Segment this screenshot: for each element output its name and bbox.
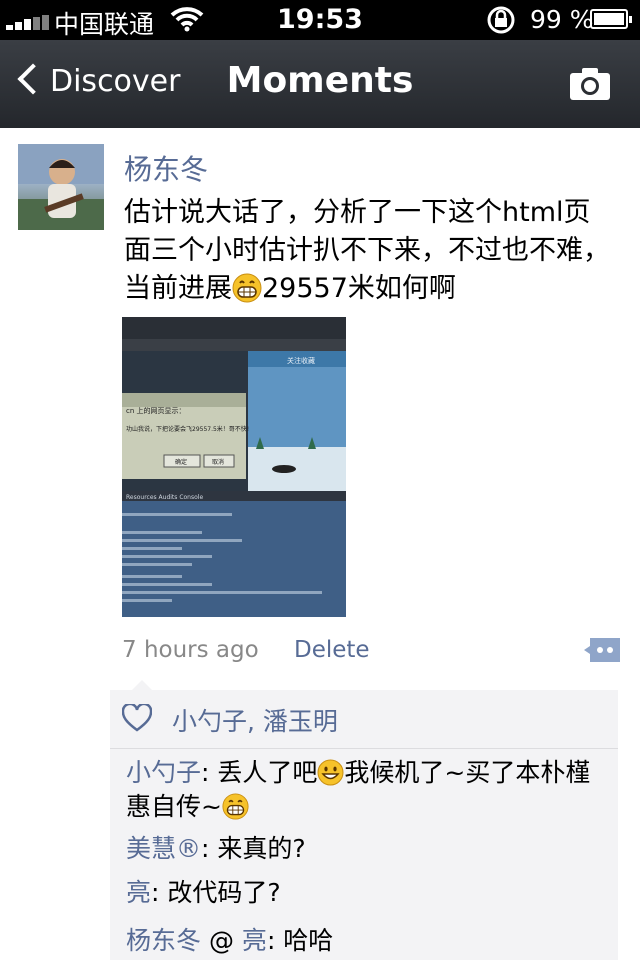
avatar[interactable]: [18, 144, 104, 230]
battery-percent: 99 %: [530, 5, 594, 34]
comment-text: : 来真的?: [201, 834, 306, 863]
camera-icon[interactable]: [568, 66, 612, 102]
photo-dialog-message: 功山我说，下把论要会飞29557.5米！哥不快!: [126, 425, 249, 433]
comment-author[interactable]: 亮: [126, 878, 151, 907]
battery-icon: [590, 9, 632, 29]
post-text: 估计说大话了，分析了一下这个html页面三个小时估计扒不下来，不过也不难，当前进…: [124, 197, 610, 304]
comment-author[interactable]: 杨东冬: [126, 926, 201, 955]
grin-emoji-icon: [222, 793, 249, 820]
heart-icon: [122, 704, 152, 732]
page-title: Moments: [226, 60, 414, 101]
smile-emoji-icon: [317, 759, 344, 786]
comment-text: : 改代码了?: [151, 878, 281, 907]
comments-panel: 小勺子, 潘玉明 小勺子: 丢人了吧 我候机了~买了本朴槿惠自传~ 美慧®: 来真…: [110, 680, 618, 960]
photo-dialog-ok: 确定: [175, 458, 187, 466]
comment-item[interactable]: 杨东冬 @ 亮: 哈哈: [126, 924, 612, 958]
grin-emoji-icon: [232, 273, 262, 303]
nav-bar: Discover Moments: [0, 40, 640, 128]
reply-separator: @: [201, 926, 242, 955]
comment-item[interactable]: 美慧®: 来真的?: [126, 832, 612, 866]
comment-item[interactable]: 亮: 改代码了?: [126, 876, 612, 910]
photo-dialog-title: cn 上的网页显示：: [126, 406, 186, 415]
comment-author[interactable]: 小勺子: [126, 758, 201, 787]
comment-text: : 丢人了吧: [201, 758, 318, 787]
delete-button[interactable]: Delete: [294, 637, 370, 663]
liker-names[interactable]: 小勺子, 潘玉明: [172, 702, 338, 738]
comment-item[interactable]: 小勺子: 丢人了吧 我候机了~买了本朴槿惠自传~: [126, 756, 612, 824]
post-time: 7 hours ago: [122, 637, 259, 663]
rotation-lock-icon: [487, 6, 515, 34]
comment-author[interactable]: 美慧®: [126, 834, 201, 863]
photo-dialog-cancel: 取消: [212, 458, 224, 466]
comment-action-icon[interactable]: [582, 636, 622, 664]
photo-banner-text: 关注收藏: [287, 356, 315, 365]
post-author[interactable]: 杨东冬: [124, 148, 208, 188]
status-bar: 中国联通 19:53 99 %: [0, 0, 640, 40]
reply-target[interactable]: 亮: [242, 926, 267, 955]
post-photo[interactable]: 关注收藏 cn 上的网页显示： 功山我说，下把论要会飞29557.5米！哥不快!…: [122, 317, 346, 617]
photo-devtools-tabs: Resources Audits Console: [126, 494, 203, 501]
comment-text: : 哈哈: [266, 926, 334, 955]
divider: [110, 748, 618, 749]
